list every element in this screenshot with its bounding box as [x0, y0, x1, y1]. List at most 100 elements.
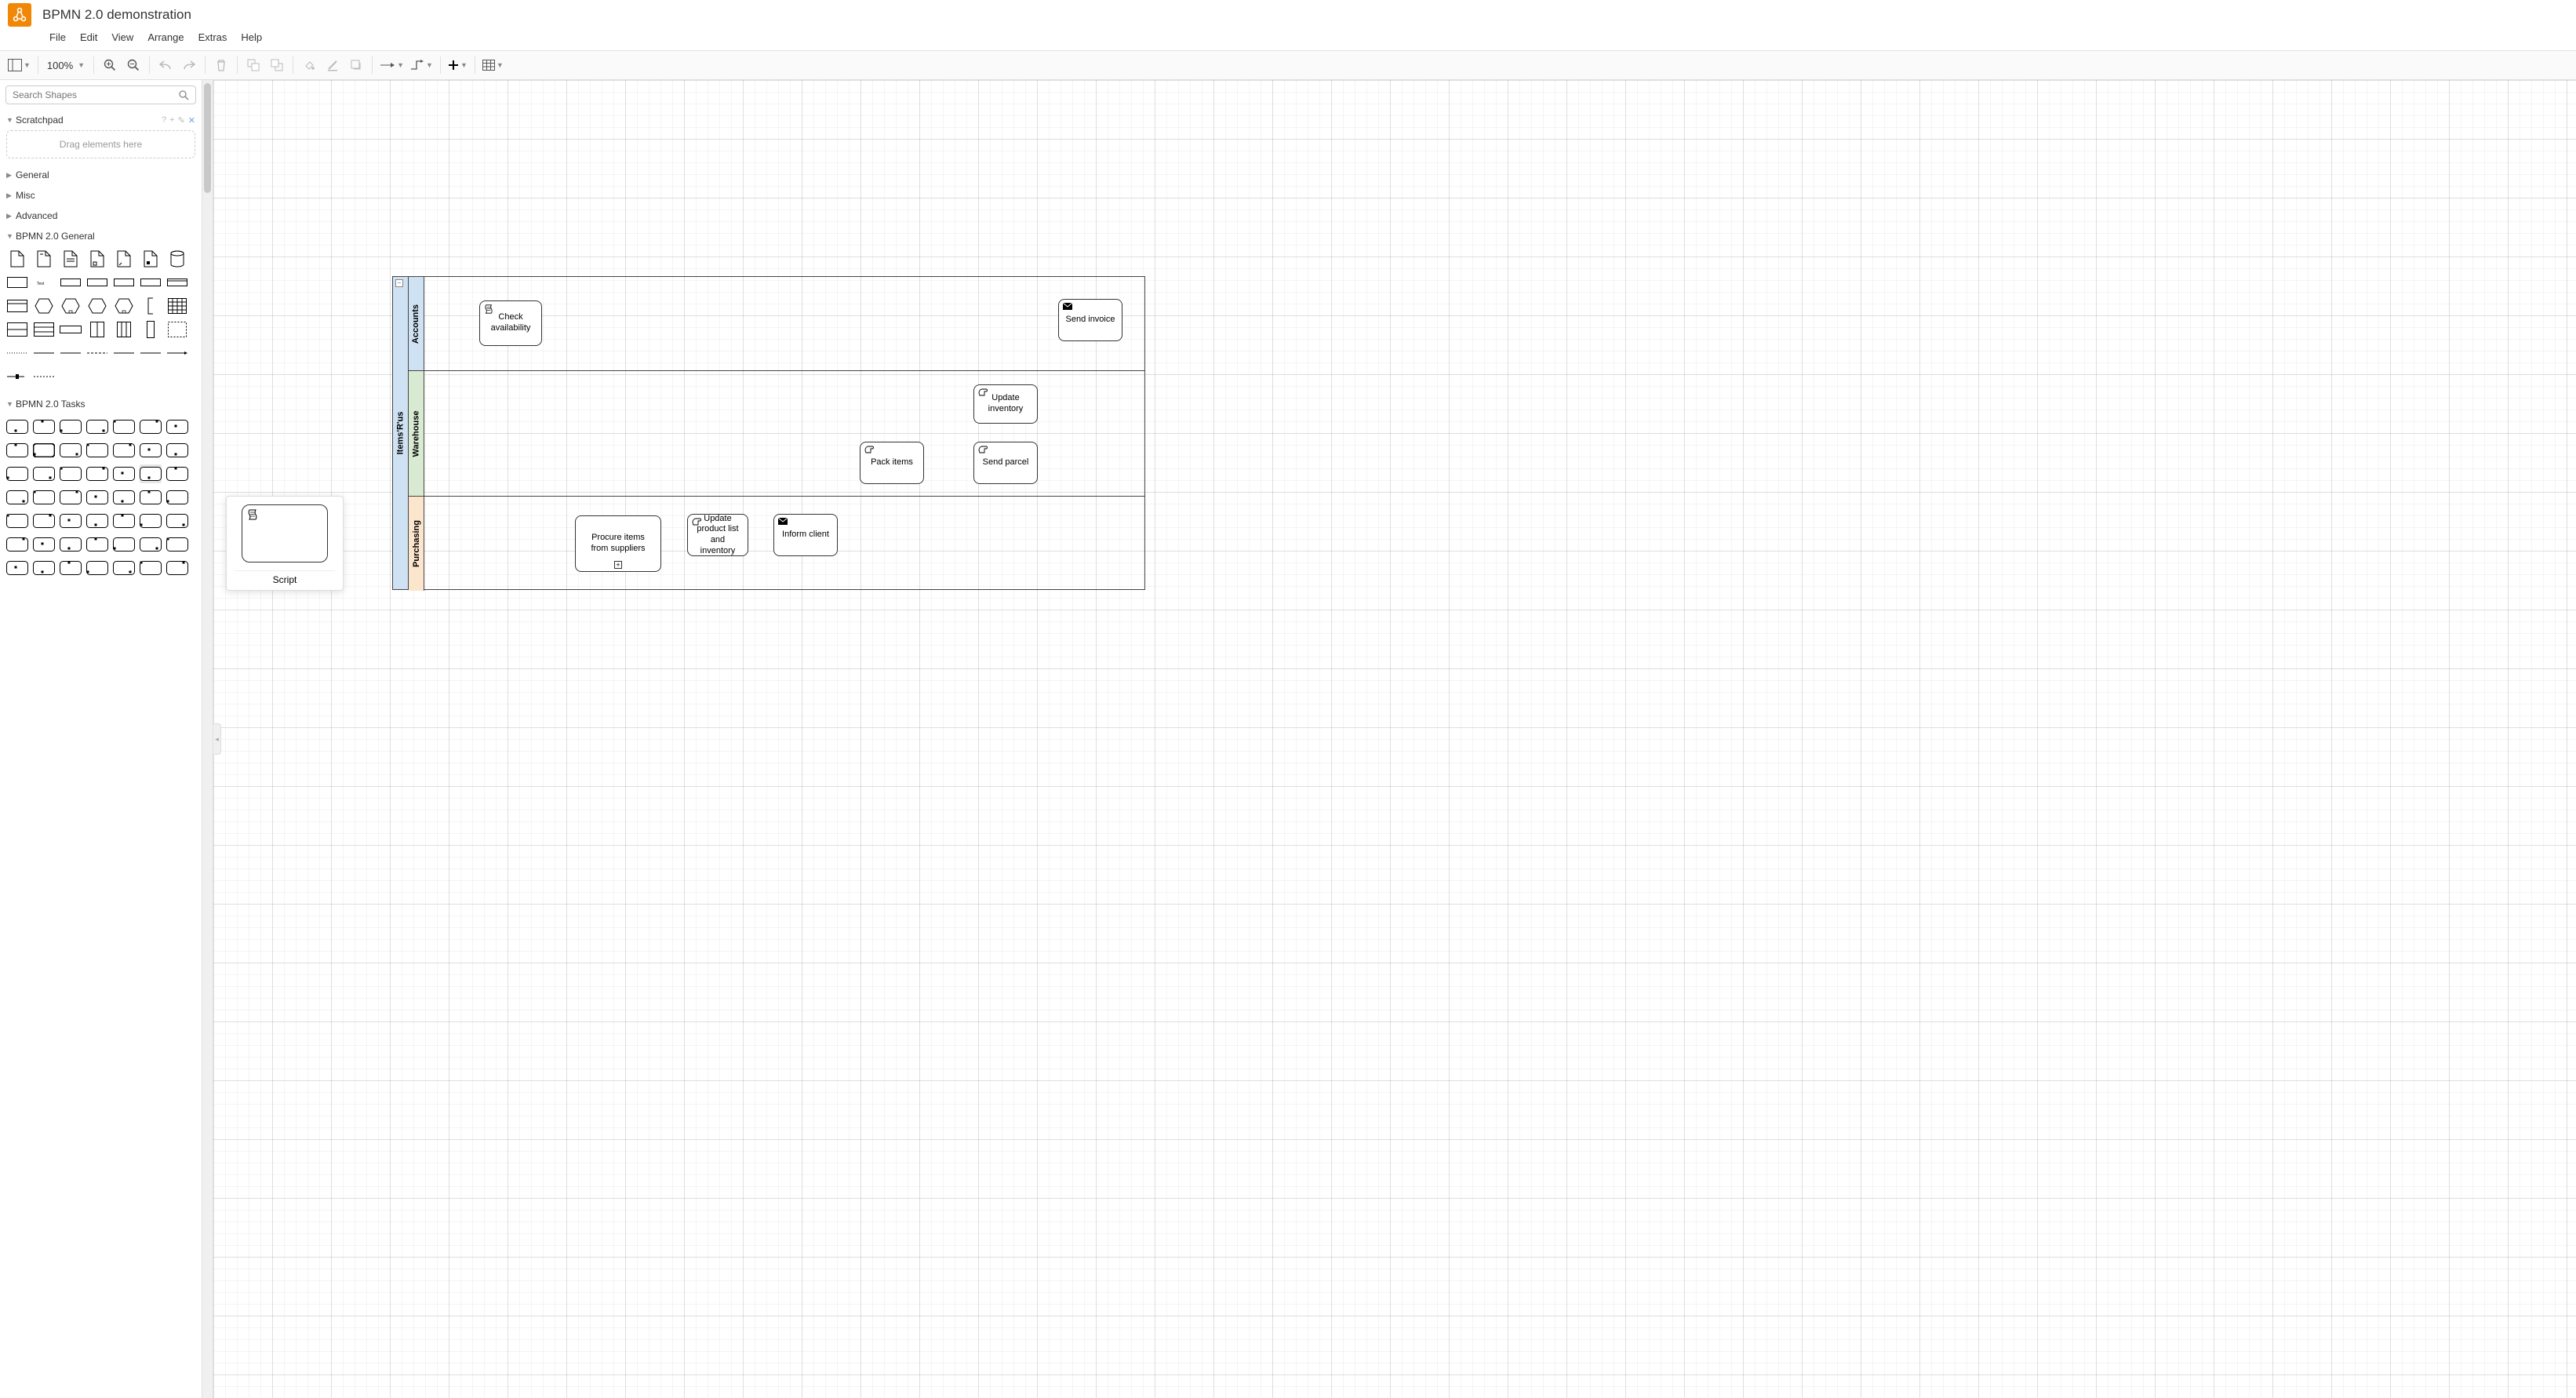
shape-rect[interactable]	[6, 273, 28, 292]
task-shape-5-1[interactable]	[33, 535, 55, 554]
shape-edge-5[interactable]	[113, 344, 135, 362]
shape-dashed-rect[interactable]	[166, 320, 188, 339]
task-shape-6-2[interactable]	[60, 559, 82, 577]
search-input[interactable]	[13, 89, 179, 100]
insert-button[interactable]: ▼	[445, 53, 471, 77]
shadow-button[interactable]	[344, 53, 368, 77]
task-shape-4-1[interactable]	[33, 512, 55, 530]
task-pack-items[interactable]: Pack items	[860, 442, 924, 484]
task-shape-4-2[interactable]	[60, 512, 82, 530]
scratchpad-edit-icon[interactable]: ✎	[178, 115, 185, 126]
shape-edge-2[interactable]	[33, 344, 55, 362]
shape-rect4[interactable]	[113, 273, 135, 292]
shape-cylinder[interactable]	[166, 249, 188, 268]
task-shape-2-2[interactable]	[60, 464, 82, 483]
task-shape-5-5[interactable]	[140, 535, 162, 554]
task-shape-4-5[interactable]	[140, 512, 162, 530]
task-shape-6-4[interactable]	[113, 559, 135, 577]
menu-file[interactable]: File	[42, 29, 73, 46]
task-shape-6-0[interactable]	[6, 559, 28, 577]
app-logo[interactable]	[8, 3, 31, 27]
shape-hexagon-2[interactable]	[60, 297, 82, 315]
task-shape-2-3[interactable]	[86, 464, 108, 483]
task-shape-6-5[interactable]	[140, 559, 162, 577]
menu-arrange[interactable]: Arrange	[140, 29, 191, 46]
shape-lane-h2[interactable]	[33, 320, 55, 339]
task-shape-2-6[interactable]	[166, 464, 188, 483]
task-shape-6-1[interactable]	[33, 559, 55, 577]
pool-collapse-icon[interactable]: −	[395, 279, 403, 287]
task-shape-3-5[interactable]	[140, 488, 162, 507]
task-procure-items[interactable]: Procure items from suppliers +	[575, 515, 661, 572]
menu-extras[interactable]: Extras	[191, 29, 235, 46]
task-shape-4-6[interactable]	[166, 512, 188, 530]
task-shape-5-4[interactable]	[113, 535, 135, 554]
task-shape-1-5[interactable]	[140, 441, 162, 460]
shape-page-4[interactable]	[86, 249, 108, 268]
shape-bracket[interactable]	[140, 297, 162, 315]
zoom-in-button[interactable]	[98, 53, 122, 77]
section-bpmn-general[interactable]: ▼BPMN 2.0 General	[0, 226, 202, 246]
menu-view[interactable]: View	[104, 29, 140, 46]
shape-edge-3[interactable]	[60, 344, 82, 362]
shape-page-2[interactable]	[33, 249, 55, 268]
lane-warehouse[interactable]: Warehouse Update inventory Pack items Se…	[409, 371, 1144, 497]
task-shape-2-0[interactable]	[6, 464, 28, 483]
task-shape-3-2[interactable]	[60, 488, 82, 507]
search-shapes[interactable]	[5, 86, 196, 104]
task-send-invoice[interactable]: Send invoice	[1058, 299, 1122, 341]
shape-lane-v[interactable]	[86, 320, 108, 339]
shape-page-3[interactable]	[60, 249, 82, 268]
shape-lane-v2[interactable]	[113, 320, 135, 339]
task-shape-3-3[interactable]	[86, 488, 108, 507]
shape-rect-header[interactable]	[6, 297, 28, 315]
shape-hexagon-3[interactable]	[86, 297, 108, 315]
task-shape-5-0[interactable]	[6, 535, 28, 554]
shape-hexagon-4[interactable]	[113, 297, 135, 315]
waypoint-style-button[interactable]: ▼	[407, 53, 436, 77]
task-send-parcel[interactable]: Send parcel	[973, 442, 1038, 484]
shape-edge-9[interactable]	[33, 367, 55, 386]
shape-rect6[interactable]	[166, 273, 188, 292]
task-shape-5-6[interactable]	[166, 535, 188, 554]
task-shape-3-1[interactable]	[33, 488, 55, 507]
to-front-button[interactable]	[242, 53, 265, 77]
task-shape-0-1[interactable]	[33, 417, 55, 436]
task-shape-1-1[interactable]	[33, 441, 55, 460]
task-shape-1-2[interactable]	[60, 441, 82, 460]
shape-table[interactable]	[166, 297, 188, 315]
task-shape-0-3[interactable]	[86, 417, 108, 436]
to-back-button[interactable]	[265, 53, 289, 77]
shape-edge-6[interactable]	[140, 344, 162, 362]
shape-rect2[interactable]	[60, 273, 82, 292]
shape-rect3[interactable]	[86, 273, 108, 292]
task-shape-5-3[interactable]	[86, 535, 108, 554]
delete-button[interactable]	[209, 53, 233, 77]
section-general[interactable]: ▶General	[0, 165, 202, 185]
bpmn-pool[interactable]: Items'R'us − − − − Accounts Check availa…	[392, 276, 1145, 590]
shape-page-5[interactable]	[113, 249, 135, 268]
scratchpad-close-icon[interactable]: ✕	[188, 115, 195, 126]
task-shape-0-5[interactable]	[140, 417, 162, 436]
task-shape-2-5[interactable]	[140, 464, 162, 483]
menu-edit[interactable]: Edit	[73, 29, 104, 46]
task-shape-3-4[interactable]	[113, 488, 135, 507]
lane-purchasing[interactable]: Purchasing Procure items from suppliers …	[409, 497, 1144, 591]
pool-title[interactable]: Items'R'us	[393, 277, 409, 589]
task-shape-6-6[interactable]	[166, 559, 188, 577]
task-shape-0-6[interactable]	[166, 417, 188, 436]
task-shape-0-0[interactable]	[6, 417, 28, 436]
view-mode-button[interactable]: ▼	[5, 53, 34, 77]
task-shape-0-4[interactable]	[113, 417, 135, 436]
table-button[interactable]: ▼	[479, 53, 507, 77]
task-check-availability[interactable]: Check availability	[479, 300, 542, 346]
connection-style-button[interactable]: ▼	[377, 53, 407, 77]
shape-edge-1[interactable]	[6, 344, 28, 362]
task-shape-2-1[interactable]	[33, 464, 55, 483]
task-shape-1-0[interactable]	[6, 441, 28, 460]
section-scratchpad[interactable]: ▼Scratchpad ? + ✎ ✕	[0, 110, 202, 130]
shape-page[interactable]	[6, 249, 28, 268]
shape-edge-8[interactable]	[6, 367, 28, 386]
task-shape-5-2[interactable]	[60, 535, 82, 554]
task-inform-client[interactable]: Inform client	[773, 514, 838, 556]
